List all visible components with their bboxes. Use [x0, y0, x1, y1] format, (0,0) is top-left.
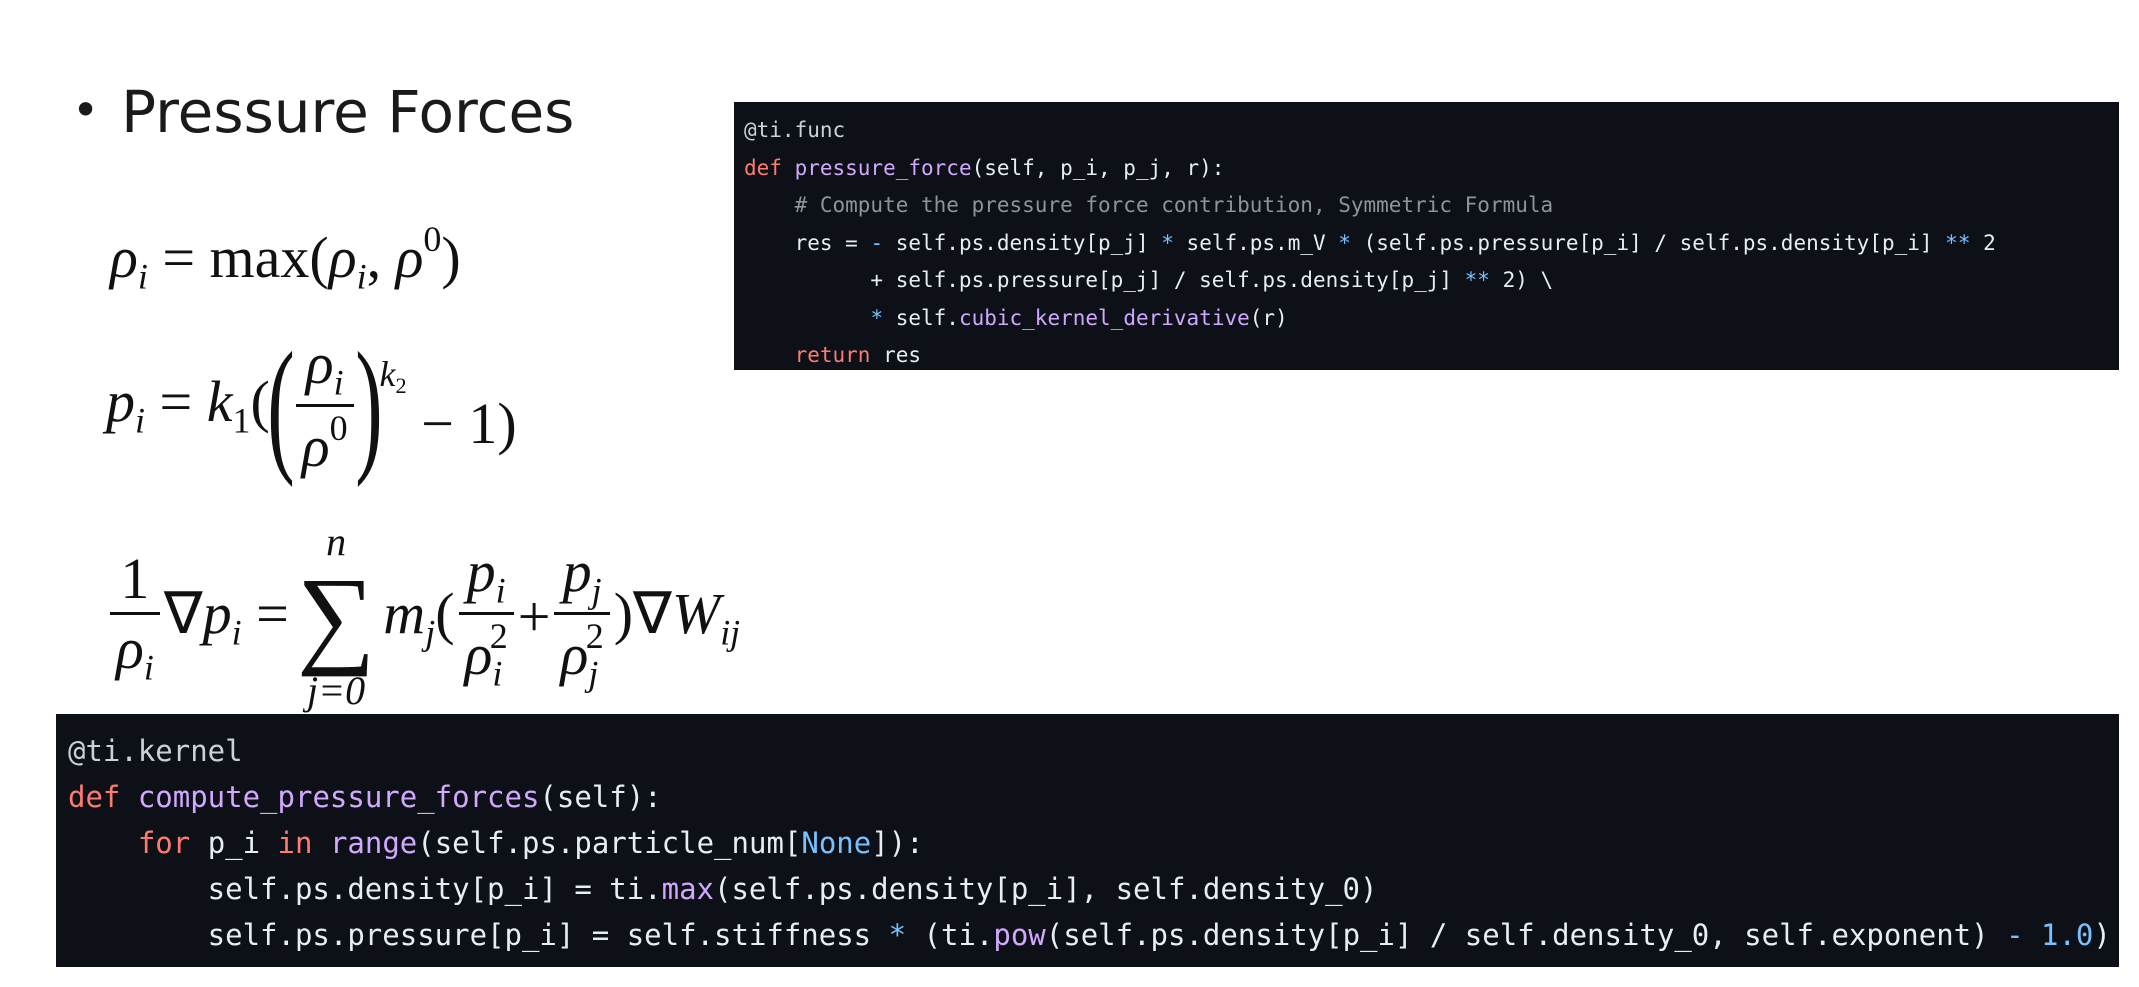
code-token: 2) \	[1489, 268, 1554, 292]
code-token: self.	[883, 305, 959, 330]
code-token: (self.ps.density[p_i], self.density_0)	[714, 872, 1378, 906]
code-token: *	[1338, 230, 1351, 255]
code-token: (ti.	[906, 918, 994, 952]
code-token: def	[68, 780, 138, 814]
code-token: )	[2093, 918, 2111, 952]
equation-pressure-gradient: 1 ρi ∇pi = n ∑ j=0 mj(pi ρi2 + pj ρj2)∇Wij	[106, 520, 740, 712]
code-line: def compute_pressure_forces(self):	[68, 774, 2107, 820]
code-token: self.ps.m_V	[1173, 230, 1339, 255]
code-token: (self.ps.pressure[p_i] / self.ps.density…	[1350, 230, 1946, 255]
code-line: * self.cubic_kernel_derivative(r)	[744, 300, 2109, 338]
code-line: res = - self.ps.density[p_j] * self.ps.m…	[744, 225, 2109, 263]
code-token: max	[661, 872, 715, 906]
code-token: pressure_force	[794, 155, 972, 180]
code-token: p_i	[190, 826, 278, 860]
code-token: (self):	[539, 780, 662, 814]
code-token: cubic_kernel_derivative	[958, 305, 1250, 330]
bullet-heading-text: Pressure Forces	[121, 78, 575, 146]
code-token: + self.ps.pressure[p_j] / self.ps.densit…	[744, 268, 1465, 292]
code-token: -	[870, 230, 884, 255]
code-line: self.ps.pressure[p_i] = self.stiffness *…	[68, 912, 2111, 958]
code-token: *	[870, 305, 884, 330]
code-line: @ti.func	[744, 112, 2109, 150]
code-block-compute-pressure-forces: @ti.kernel def compute_pressure_forces(se…	[56, 714, 2119, 967]
code-token: *	[888, 918, 907, 952]
code-line: # Compute the pressure force contributio…	[744, 187, 2109, 225]
code-token: ]):	[871, 826, 924, 860]
code-line: return res	[744, 337, 2109, 375]
code-token: pow	[993, 918, 1046, 952]
bullet-dot-icon: •	[72, 83, 100, 137]
code-token: return	[794, 343, 871, 367]
code-line: @ti.kernel	[68, 728, 2107, 774]
code-token: self.ps.pressure[p_i] = self.stiffness	[68, 918, 889, 952]
code-token: (self.ps.particle_num[	[417, 826, 802, 860]
bullet-heading: • Pressure Forces	[72, 78, 574, 146]
code-line: self.ps.density[p_i] = ti.max(self.ps.de…	[68, 866, 2107, 912]
code-token: for	[137, 826, 191, 860]
code-token: @ti.func	[744, 118, 846, 142]
code-token: res =	[744, 230, 871, 255]
code-token: *	[1161, 230, 1174, 255]
code-token: 2	[1970, 230, 1996, 255]
code-token: in	[277, 826, 313, 860]
code-line: + self.ps.pressure[p_j] / self.ps.densit…	[744, 262, 2109, 300]
code-token: self.ps.density[p_j]	[883, 230, 1162, 255]
code-token: **	[1464, 268, 1490, 292]
code-token: 1.0	[2041, 918, 2094, 952]
code-token: @ti.kernel	[68, 734, 243, 768]
equation-density-clamp: ρi = max(ρi, ρ0)	[110, 219, 461, 297]
code-token: -	[2006, 918, 2024, 952]
code-token: (self, p_i, p_j, r):	[971, 155, 1225, 180]
code-block-pressure-force: @ti.func def pressure_force(self, p_i, p_…	[734, 102, 2119, 370]
code-token: self.ps.density[p_i] = ti.	[68, 872, 662, 906]
code-token: (r)	[1249, 305, 1288, 330]
code-token: # Compute the pressure force contributio…	[794, 193, 1554, 217]
code-line: for p_i in range(self.ps.particle_num[No…	[68, 820, 2107, 866]
code-token: (self.ps.density[p_i] / self.density_0, …	[1045, 918, 2007, 952]
code-token: None	[801, 826, 872, 860]
code-token: **	[1945, 230, 1971, 255]
code-token: def	[744, 155, 795, 180]
code-token: range	[329, 826, 418, 860]
code-token: res	[870, 343, 922, 367]
equation-pressure-state: pi = k1((ρi ρ0)k2 − 1)	[106, 322, 517, 488]
code-line: def pressure_force(self, p_i, p_j, r):	[744, 150, 2109, 188]
code-token: compute_pressure_forces	[137, 780, 540, 814]
